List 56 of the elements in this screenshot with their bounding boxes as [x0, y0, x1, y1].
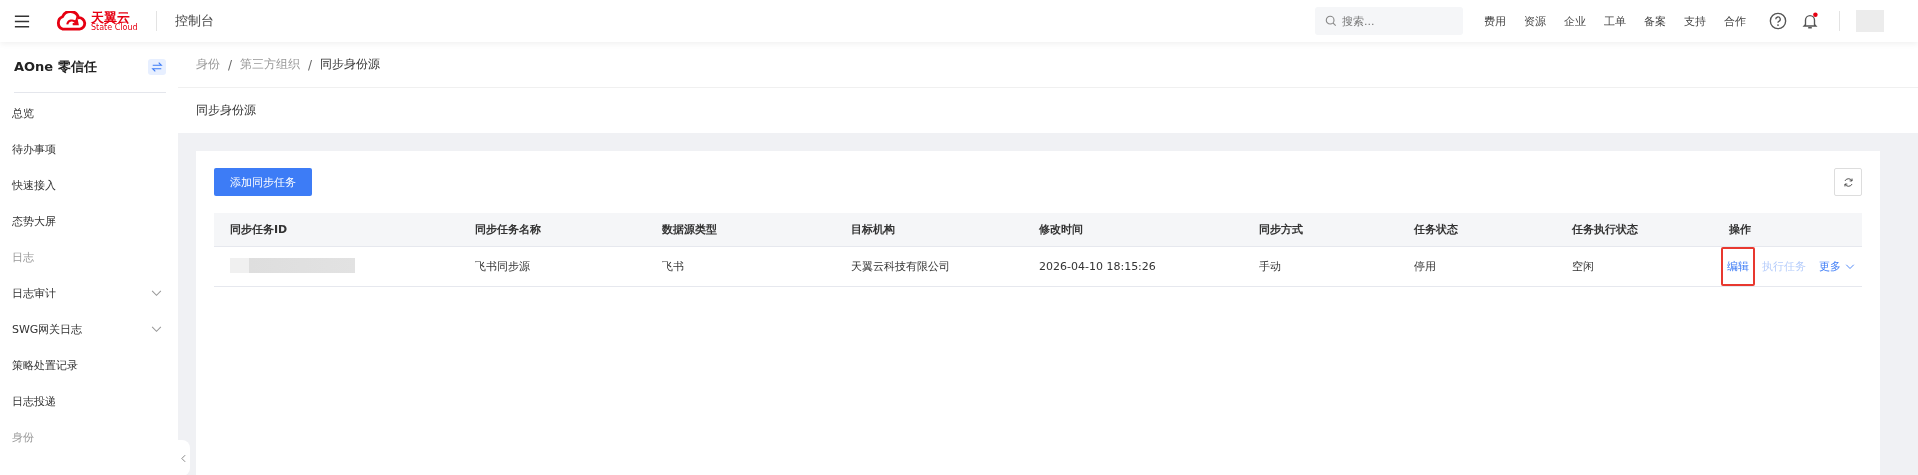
column-header: 任务执行状态: [1572, 223, 1638, 236]
breadcrumb-separator: /: [308, 57, 313, 72]
column-header: 修改时间: [1039, 223, 1083, 236]
table-cell: 2026-04-10 18:15:26: [1039, 260, 1156, 273]
sidebar-item[interactable]: 待办事项: [12, 141, 56, 157]
breadcrumb-item: 同步身份源: [320, 56, 381, 73]
table-cell: 停用: [1414, 260, 1436, 273]
column-header: 同步方式: [1259, 223, 1303, 236]
cloud-logo-icon: [54, 10, 88, 32]
sidebar-item[interactable]: 日志审计: [12, 285, 56, 301]
notification-bell-icon[interactable]: [1801, 12, 1819, 30]
nav-link[interactable]: 费用: [1484, 13, 1506, 29]
refresh-button[interactable]: [1834, 168, 1862, 196]
sidebar-item[interactable]: SWG网关日志: [12, 321, 83, 337]
chevron-down-icon: [1845, 263, 1855, 270]
switch-button[interactable]: [148, 59, 166, 75]
search-field[interactable]: 搜索...: [1315, 7, 1463, 35]
column-header: 同步任务ID: [230, 223, 288, 236]
nav-link[interactable]: 支持: [1684, 13, 1706, 29]
help-icon[interactable]: [1769, 12, 1787, 30]
chevron-down-icon[interactable]: [151, 289, 162, 297]
nav-link[interactable]: 工单: [1604, 13, 1626, 29]
sidebar-group-label: 身份: [12, 429, 34, 445]
add-task-button[interactable]: 添加同步任务: [214, 168, 312, 196]
nav-link[interactable]: 备案: [1644, 13, 1666, 29]
table-cell: 飞书: [662, 260, 684, 273]
nav-link[interactable]: 资源: [1524, 13, 1546, 29]
refresh-icon: [1842, 176, 1854, 188]
column-header: 数据源类型: [662, 223, 717, 236]
console-title: 控制台: [174, 12, 214, 30]
sidebar-item[interactable]: 快速接入: [12, 177, 56, 193]
sidebar-item[interactable]: 日志投递: [12, 393, 56, 409]
sidebar-group-label: 日志: [12, 249, 34, 265]
product-title: AOne 零信任: [14, 58, 97, 76]
action-link[interactable]: 编辑: [1727, 259, 1749, 274]
table-cell: 天翼云科技有限公司: [851, 260, 950, 273]
sidebar-item[interactable]: 态势大屏: [12, 213, 56, 229]
brand-name: 天翼云: [91, 10, 130, 24]
more-dropdown[interactable]: 更多: [1819, 259, 1855, 274]
table-cell: 空闲: [1572, 260, 1594, 273]
collapse-handle[interactable]: [176, 440, 190, 475]
table-cell: 飞书同步源: [475, 260, 530, 273]
table-cell: 手动: [1259, 260, 1281, 273]
brand-subtitle: State Cloud: [91, 23, 138, 32]
chevron-down-icon[interactable]: [151, 325, 162, 333]
menu-icon[interactable]: [14, 14, 30, 28]
nav-link[interactable]: 企业: [1564, 13, 1586, 29]
sidebar-item[interactable]: 总览: [12, 105, 34, 121]
breadcrumb-separator: /: [228, 57, 233, 72]
page-title: 同步身份源: [196, 102, 256, 119]
sidebar-item[interactable]: 策略处置记录: [12, 357, 78, 373]
column-header: 同步任务名称: [475, 223, 541, 236]
nav-link[interactable]: 合作: [1724, 13, 1746, 29]
column-header: 目标机构: [851, 223, 895, 236]
column-header: 任务状态: [1414, 223, 1458, 236]
column-header: 操作: [1729, 223, 1751, 236]
